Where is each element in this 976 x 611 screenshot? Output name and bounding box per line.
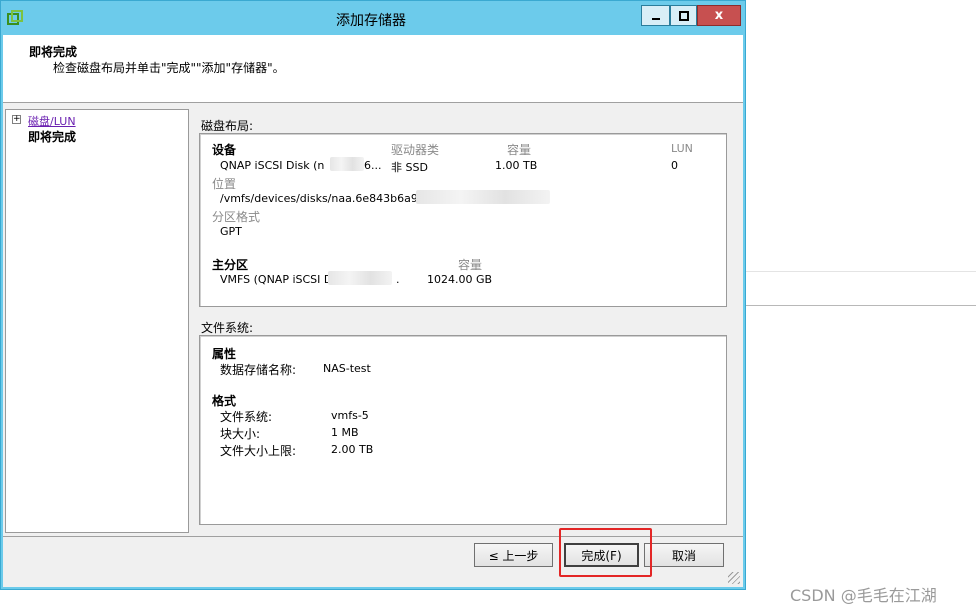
drive-type-value: 非 SSD xyxy=(391,161,428,174)
step-description: 检查磁盘布局并单击"完成""添加"存储器"。 xyxy=(53,61,285,75)
lun-value: 0 xyxy=(671,159,678,172)
background-divider xyxy=(746,271,976,272)
max-file-size-label: 文件大小上限: xyxy=(220,444,297,458)
device-name-tail: 6... xyxy=(364,159,382,172)
fs-type-label: 文件系统: xyxy=(220,410,273,424)
partition-format-value: GPT xyxy=(220,225,242,238)
step-title: 即将完成 xyxy=(29,45,78,59)
filesystem-panel[interactable]: 属性 数据存储名称: NAS-test 格式 文件系统: vmfs-5 块大小:… xyxy=(199,335,727,525)
primary-capacity-value: 1024.00 GB xyxy=(427,273,493,286)
nav-item-disk-lun[interactable]: 磁盘/LUN xyxy=(28,113,76,129)
back-button[interactable]: ≤ 上一步 xyxy=(474,543,553,567)
dialog-client-area: 即将完成 检查磁盘布局并单击"完成""添加"存储器"。 + 磁盘/LUN 即将完… xyxy=(3,35,743,587)
block-size-label: 块大小: xyxy=(220,427,261,441)
format-label: 格式 xyxy=(212,394,237,408)
add-storage-window: 添加存储器 x 即将完成 检查磁盘布局并单击"完成""添加"存储器"。 + 磁盘… xyxy=(0,0,746,590)
datastore-name-value: NAS-test xyxy=(323,362,371,375)
close-button[interactable]: x xyxy=(697,5,741,26)
minimize-button[interactable] xyxy=(641,5,670,26)
maximize-icon xyxy=(678,10,689,21)
primary-capacity-label: 容量 xyxy=(458,258,483,272)
window-title: 添加存储器 xyxy=(336,13,406,29)
primary-partition-value: VMFS (QNAP iSCSI Di xyxy=(220,273,336,286)
filesystem-label: 文件系统: xyxy=(201,321,254,335)
col-device: 设备 xyxy=(212,143,237,157)
fs-type-value: vmfs-5 xyxy=(331,409,369,422)
primary-partition-tail: . xyxy=(396,273,400,286)
col-drive-type: 驱动器类 xyxy=(391,143,440,157)
redacted-partition-name xyxy=(328,271,392,285)
datastore-name-label: 数据存储名称: xyxy=(220,363,297,377)
primary-partition-label: 主分区 xyxy=(212,258,249,272)
redacted-location-tail xyxy=(416,190,550,204)
watermark: CSDN @毛毛在江湖 xyxy=(790,586,937,605)
location-value: /vmfs/devices/disks/naa.6e843b6a939 xyxy=(220,192,432,205)
max-file-size-value: 2.00 TB xyxy=(331,443,374,456)
highlight-annotation-box xyxy=(559,528,652,577)
resize-grip[interactable] xyxy=(728,572,740,584)
minimize-icon xyxy=(651,17,660,20)
partition-format-label: 分区格式 xyxy=(212,210,261,224)
wizard-header: 即将完成 检查磁盘布局并单击"完成""添加"存储器"。 xyxy=(3,35,743,103)
col-capacity: 容量 xyxy=(507,143,532,157)
title-bar[interactable]: 添加存储器 x xyxy=(1,1,745,35)
disk-layout-label: 磁盘布局: xyxy=(201,119,254,133)
disk-layout-panel[interactable]: 设备 驱动器类 容量 LUN QNAP iSCSI Disk (n 6... 非… xyxy=(199,133,727,307)
maximize-button[interactable] xyxy=(670,5,697,26)
properties-label: 属性 xyxy=(212,347,237,361)
block-size-value: 1 MB xyxy=(331,426,359,439)
col-lun: LUN xyxy=(671,142,693,155)
background-divider-dark xyxy=(746,305,976,306)
device-name: QNAP iSCSI Disk (n xyxy=(220,159,325,172)
close-icon: x xyxy=(714,8,724,23)
capacity-value: 1.00 TB xyxy=(495,159,538,172)
wizard-step-nav: + 磁盘/LUN 即将完成 xyxy=(5,109,189,533)
redacted-device-id xyxy=(330,157,364,171)
expand-plus-icon[interactable]: + xyxy=(12,115,21,124)
cancel-button[interactable]: 取消 xyxy=(644,543,724,567)
nav-item-ready-to-complete[interactable]: 即将完成 xyxy=(28,128,76,145)
location-label: 位置 xyxy=(212,177,237,191)
